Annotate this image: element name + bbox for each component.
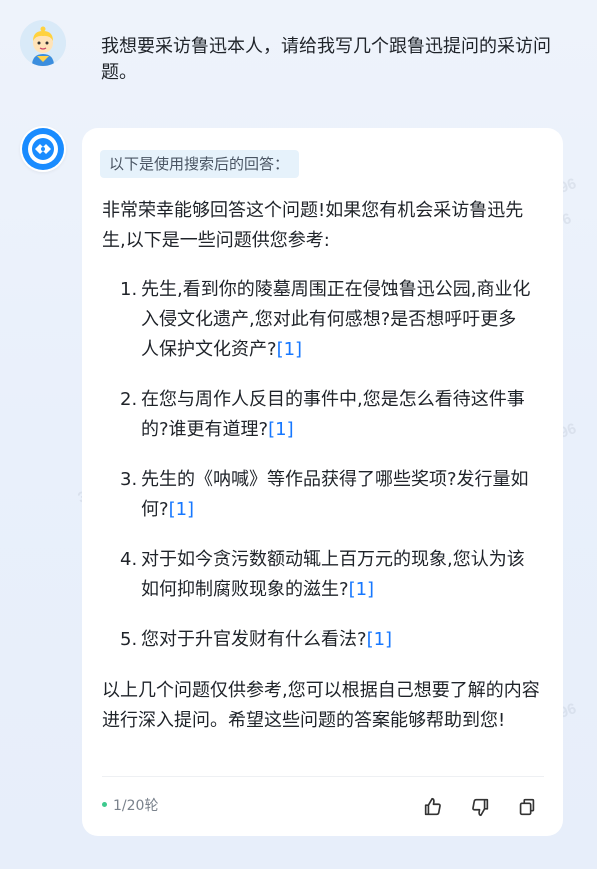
user-avatar (20, 20, 66, 66)
question-item: 5. 您对于升官发财有什么看法?[1] (120, 625, 532, 655)
question-text: 对于如今贪污数额动辄上百万元的现象,您认为该如何抑制腐败现象的滋生? (141, 549, 525, 600)
round-counter-text: 1/20轮 (113, 798, 159, 814)
thumbs-up-icon (424, 797, 441, 816)
status-dot (102, 801, 107, 807)
copy-icon (519, 798, 535, 816)
question-item: 1. 先生,看到你的陵墓周围正在侵蚀鲁迅公园,商业化入侵文化遗产,您对此有何感想… (120, 275, 532, 365)
citation-link[interactable]: [1] (277, 339, 303, 360)
question-list: 1. 先生,看到你的陵墓周围正在侵蚀鲁迅公园,商业化入侵文化遗产,您对此有何感想… (120, 275, 532, 675)
user-avatar-icon (20, 20, 66, 66)
thumbs-down-icon (472, 798, 489, 817)
question-item: 3. 先生的《呐喊》等作品获得了哪些奖项?发行量如何?[1] (120, 465, 532, 525)
question-text: 先生的《呐喊》等作品获得了哪些奖项?发行量如何? (141, 469, 529, 520)
question-item: 4. 对于如今贪污数额动辄上百万元的现象,您认为该如何抑制腐败现象的滋生?[1] (120, 545, 532, 605)
question-number: 5. (120, 629, 138, 650)
round-counter: 1/20轮 (102, 796, 158, 816)
search-result-badge: 以下是使用搜索后的回答： (100, 150, 300, 178)
citation-link[interactable]: [1] (349, 579, 375, 600)
question-number: 3. (120, 469, 138, 490)
answer-outro: 以上几个问题仅供参考,您可以根据自己想要了解的内容进行深入提问。希望这些问题的答… (102, 680, 540, 731)
citation-link[interactable]: [1] (268, 419, 294, 440)
question-number: 2. (120, 389, 138, 410)
question-text: 先生,看到你的陵墓周围正在侵蚀鲁迅公园,商业化入侵文化遗产,您对此有何感想?是否… (141, 279, 531, 360)
question-text: 您对于升官发财有什么看法? (141, 629, 367, 650)
question-number: 1. (120, 279, 138, 300)
copy-button[interactable] (516, 796, 538, 818)
divider (102, 776, 544, 777)
user-message-text: 我想要采访鲁迅本人，请给我写几个跟鲁迅提问的采访问题。 (101, 36, 551, 83)
bot-avatar (20, 126, 66, 172)
bot-answer-card: 以下是使用搜索后的回答： 非常荣幸能够回答这个问题!如果您有机会采访鲁迅先生,以… (82, 128, 563, 836)
citation-link[interactable]: [1] (169, 499, 195, 520)
question-item: 2. 在您与周作人反目的事件中,您是怎么看待这件事的?谁更有道理?[1] (120, 385, 532, 445)
like-button[interactable] (422, 796, 444, 818)
answer-intro: 非常荣幸能够回答这个问题!如果您有机会采访鲁迅先生,以下是一些问题供您参考: (102, 200, 524, 251)
question-text: 在您与周作人反目的事件中,您是怎么看待这件事的?谁更有道理? (141, 389, 525, 440)
dislike-button[interactable] (469, 796, 491, 818)
citation-link[interactable]: [1] (367, 629, 393, 650)
question-number: 4. (120, 549, 138, 570)
bot-logo-icon (22, 128, 64, 170)
